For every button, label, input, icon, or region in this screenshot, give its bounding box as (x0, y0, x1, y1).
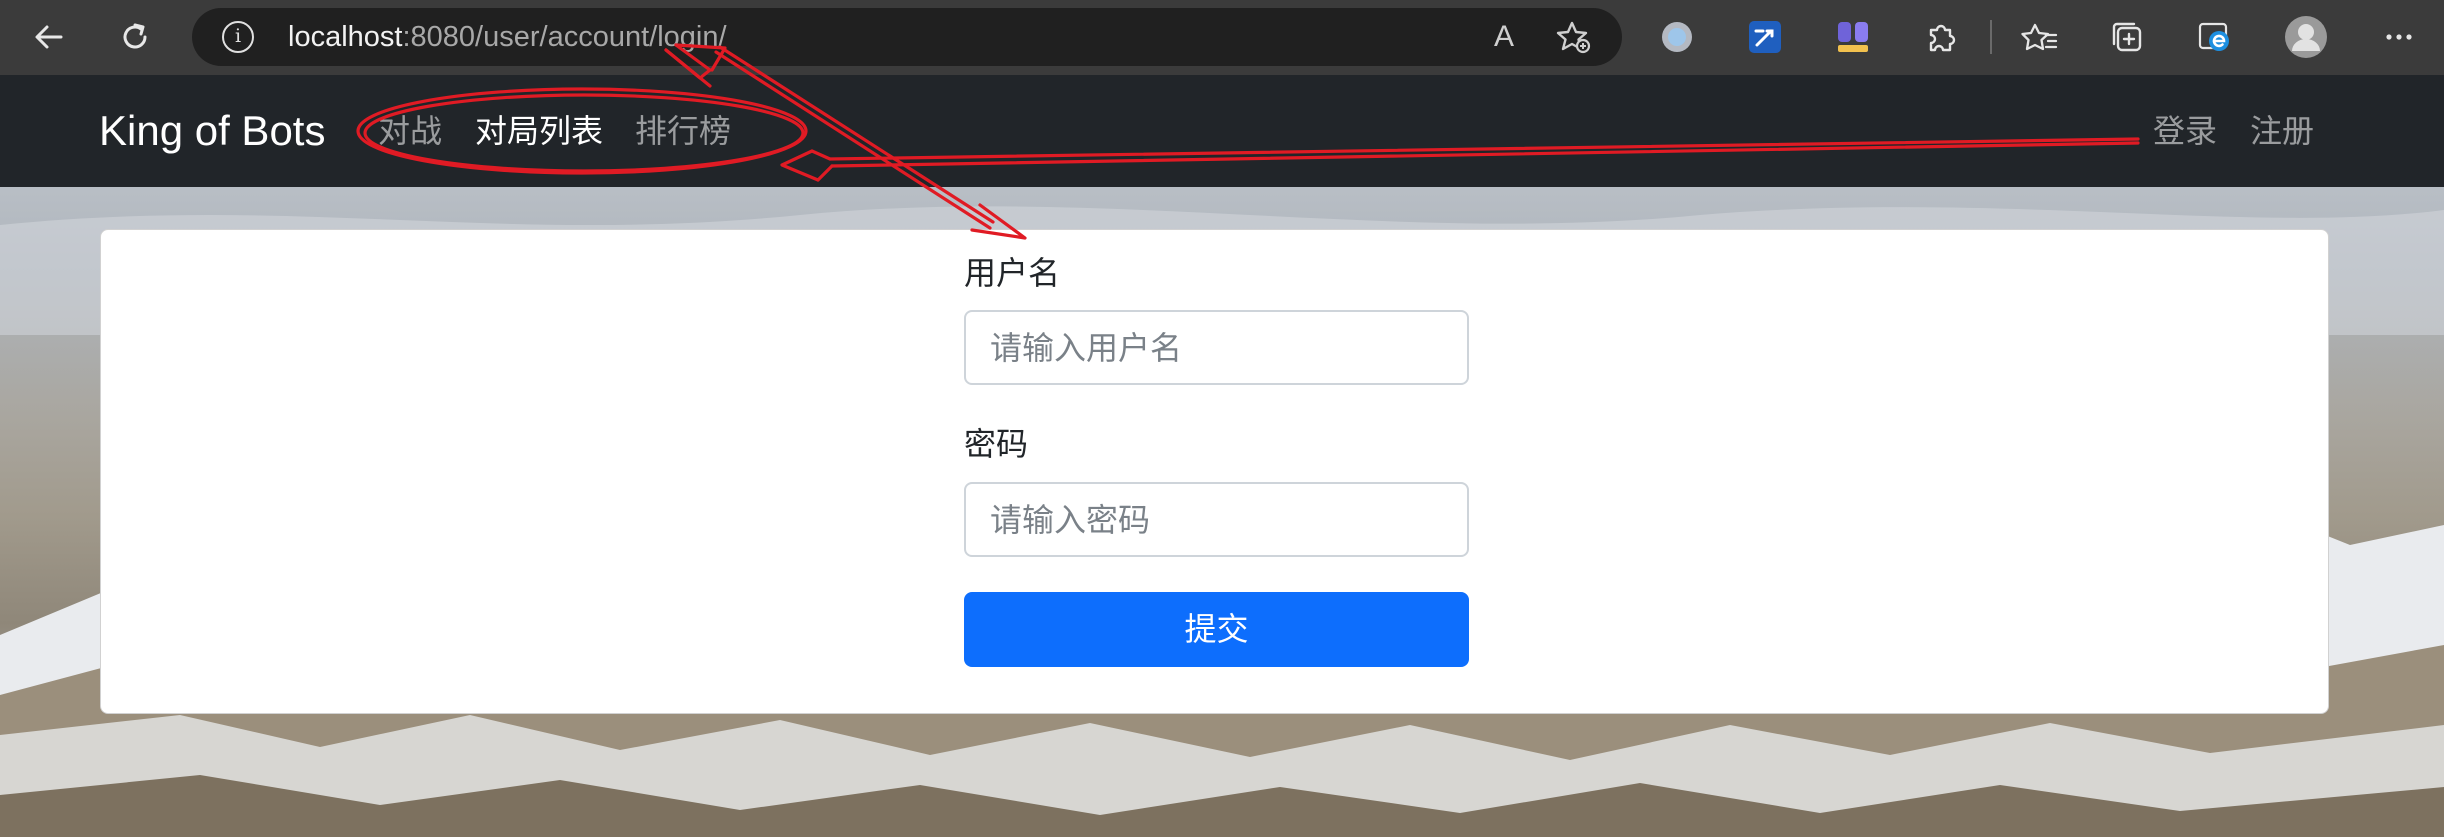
collections-icon[interactable] (2100, 10, 2154, 64)
nav-link-ranklist[interactable]: 排行榜 (635, 110, 731, 152)
page-viewport: King of Bots 对战 对局列表 排行榜 登录 注册 用户名 密码 提交 (0, 75, 2444, 837)
url-text[interactable]: localhost:8080/user/account/login/ (288, 21, 727, 53)
url-path: :8080/user/account/login/ (402, 21, 727, 53)
address-bar[interactable]: i localhost:8080/user/account/login/ A (192, 8, 1622, 66)
password-label: 密码 (964, 425, 1029, 463)
url-host: localhost (288, 21, 403, 53)
back-arrow-icon[interactable] (22, 10, 76, 64)
brand-link[interactable]: King of Bots (99, 107, 325, 155)
refresh-icon[interactable] (108, 10, 162, 64)
read-aloud-glyph: A (1493, 20, 1514, 53)
nav-link-register[interactable]: 注册 (2250, 110, 2314, 152)
nav-link-battle[interactable]: 对战 (378, 110, 442, 152)
add-favorite-icon[interactable] (1555, 18, 1593, 56)
site-info-icon[interactable]: i (222, 21, 254, 53)
ie-mode-icon[interactable] (2188, 10, 2242, 64)
extension-circle-icon[interactable] (1650, 10, 1704, 64)
browser-toolbar: i localhost:8080/user/account/login/ A (0, 0, 2444, 75)
favorites-icon[interactable] (2012, 10, 2066, 64)
read-aloud-icon[interactable]: A (1485, 18, 1523, 56)
password-input[interactable] (964, 482, 1469, 557)
submit-button[interactable]: 提交 (964, 592, 1469, 667)
extension-edit-icon[interactable] (1738, 10, 1792, 64)
extensions-puzzle-icon[interactable] (1914, 10, 1968, 64)
toolbar-divider (1990, 20, 1992, 54)
username-input[interactable] (964, 310, 1469, 385)
profile-avatar-icon[interactable] (2279, 10, 2333, 64)
nav-link-login[interactable]: 登录 (2153, 110, 2217, 152)
site-navbar: King of Bots 对战 对局列表 排行榜 登录 注册 (0, 75, 2444, 187)
username-label: 用户名 (964, 254, 1061, 292)
extension-avatar-icon[interactable] (1826, 10, 1880, 64)
more-options-icon[interactable] (2372, 10, 2426, 64)
login-card: 用户名 密码 提交 (100, 229, 2329, 714)
nav-link-match-list[interactable]: 对局列表 (475, 110, 603, 152)
